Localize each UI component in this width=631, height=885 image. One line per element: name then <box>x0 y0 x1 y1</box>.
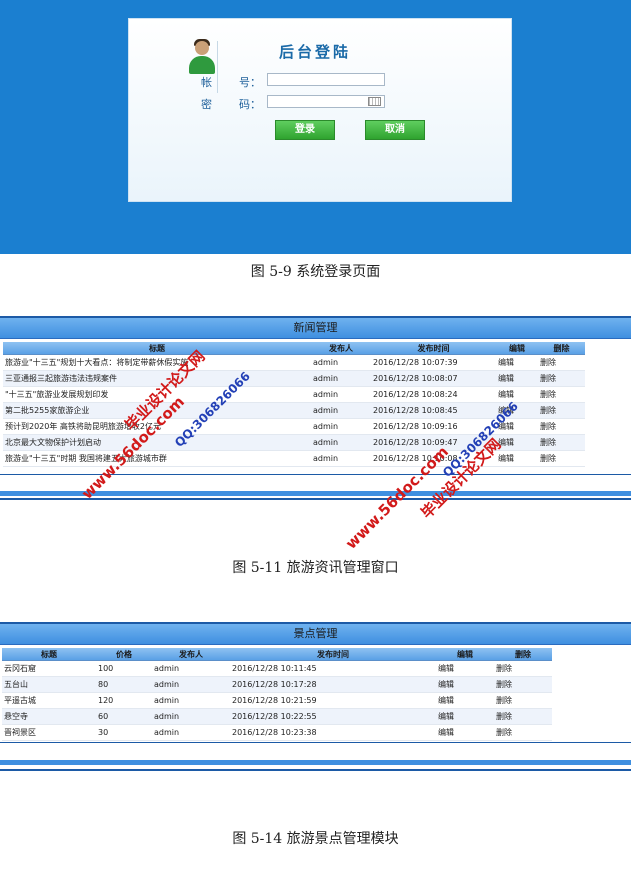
login-title: 后台登陆 <box>279 43 352 61</box>
column-header: 价格 <box>96 648 152 661</box>
table-cell: 悬空寺 <box>2 708 96 725</box>
table-cell: 五台山 <box>2 676 96 693</box>
delete-link[interactable]: 删除 <box>538 418 585 435</box>
table-row: 三亚通报三起旅游违法违规案件 admin 2016/12/28 10:08:07 编辑… <box>3 370 585 387</box>
figure-caption: 图 5-9 系统登录页面 <box>250 264 381 280</box>
table-cell: 60 <box>96 708 152 725</box>
table-cell: 云冈石窟 <box>2 660 96 677</box>
delete-link[interactable]: 删除 <box>538 354 585 371</box>
table-cell: 30 <box>96 724 152 741</box>
spot-title-bar: 景点管理 <box>0 624 631 645</box>
edit-link[interactable]: 编辑 <box>496 386 538 403</box>
edit-link[interactable]: 编辑 <box>436 676 494 693</box>
table-cell: admin <box>311 402 371 419</box>
table-row: 悬空寺 60 admin 2016/12/28 10:22:55 编辑 删除 <box>2 708 552 725</box>
password-label: 密码： <box>201 98 261 111</box>
column-header: 发布人 <box>152 648 230 661</box>
column-header: 发布时间 <box>230 648 436 661</box>
cancel-button[interactable]: 取消 <box>365 120 425 140</box>
table-cell: 120 <box>96 692 152 709</box>
table-cell: admin <box>152 724 230 741</box>
delete-link[interactable]: 删除 <box>538 434 585 451</box>
table-cell: 2016/12/28 10:22:55 <box>230 708 436 725</box>
table-cell: admin <box>152 692 230 709</box>
table-cell: admin <box>311 370 371 387</box>
table-cell: 80 <box>96 676 152 693</box>
table-cell: 2016/12/28 10:07:39 <box>371 354 496 371</box>
login-screenshot: 后台登陆 帐号： 密码： 登录 取消 <box>0 0 631 254</box>
table-cell: admin <box>152 676 230 693</box>
figure-caption: 图 5-11 旅游资讯管理窗口 <box>232 560 399 576</box>
delete-link[interactable]: 删除 <box>538 402 585 419</box>
figure-caption: 图 5-14 旅游景点管理模块 <box>232 831 399 847</box>
edit-link[interactable]: 编辑 <box>436 724 494 741</box>
table-row: 平遥古城 120 admin 2016/12/28 10:21:59 编辑 删除 <box>2 692 552 709</box>
column-header: 编辑 <box>496 342 538 355</box>
edit-link[interactable]: 编辑 <box>496 370 538 387</box>
column-header: 编辑 <box>436 648 494 661</box>
edit-link[interactable]: 编辑 <box>436 708 494 725</box>
user-avatar-icon <box>187 39 217 79</box>
table-row: 五台山 80 admin 2016/12/28 10:17:28 编辑 删除 <box>2 676 552 693</box>
table-cell: 旅游业"十三五"规划十大看点：将制定带薪休假实施 <box>3 354 311 371</box>
column-header: 标题 <box>3 342 311 355</box>
table-cell: 2016/12/28 10:23:38 <box>230 724 436 741</box>
delete-link[interactable]: 删除 <box>494 676 552 693</box>
edit-link[interactable]: 编辑 <box>496 450 538 467</box>
delete-link[interactable]: 删除 <box>494 724 552 741</box>
table-row: 晋祠景区 30 admin 2016/12/28 10:23:38 编辑 删除 <box>2 724 552 741</box>
table-cell: 2016/12/28 10:21:59 <box>230 692 436 709</box>
delete-link[interactable]: 删除 <box>538 370 585 387</box>
table-cell: 2016/12/28 10:17:28 <box>230 676 436 693</box>
spot-bottom-band <box>0 760 631 765</box>
table-cell: 2016/12/28 10:08:45 <box>371 402 496 419</box>
spot-management-screenshot: 景点管理 标题 价格 发布人 发布时间 编辑 删除 云冈石窟 100 admin 2016/12… <box>0 622 631 771</box>
table-row: "十三五"旅游业发展规划印发 admin 2016/12/28 10:08:24 编辑… <box>3 386 585 403</box>
news-title-bar: 新闻管理 <box>0 318 631 339</box>
edit-link[interactable]: 编辑 <box>436 660 494 677</box>
delete-link[interactable]: 删除 <box>494 708 552 725</box>
table-row: 云冈石窟 100 admin 2016/12/28 10:11:45 编辑 删除 <box>2 660 552 677</box>
table-cell: 2016/12/28 10:11:45 <box>230 660 436 677</box>
spot-table: 标题 价格 发布人 发布时间 编辑 删除 云冈石窟 100 admin 2016/12/28 1… <box>2 648 552 741</box>
account-input[interactable] <box>267 73 385 86</box>
delete-link[interactable]: 删除 <box>494 692 552 709</box>
delete-link[interactable]: 删除 <box>538 450 585 467</box>
keyboard-icon[interactable] <box>368 97 381 106</box>
table-cell: admin <box>152 708 230 725</box>
table-row: 旅游业"十三五"规划十大看点：将制定带薪休假实施 admin 2016/12/28 … <box>3 354 585 371</box>
delete-link[interactable]: 删除 <box>494 660 552 677</box>
delete-link[interactable]: 删除 <box>538 386 585 403</box>
table-cell: 旅游业"十三五"时期 我国将建五大旅游城市群 <box>3 450 311 467</box>
spot-bottom-line <box>0 742 631 743</box>
column-header: 标题 <box>2 648 96 661</box>
table-cell: admin <box>311 386 371 403</box>
table-cell: 晋祠景区 <box>2 724 96 741</box>
table-cell: 北京最大文物保护计划启动 <box>3 434 311 451</box>
column-header: 删除 <box>538 342 585 355</box>
account-label: 帐号： <box>201 76 261 89</box>
table-cell: 2016/12/28 10:08:07 <box>371 370 496 387</box>
table-cell: admin <box>311 434 371 451</box>
table-cell: 100 <box>96 660 152 677</box>
login-button[interactable]: 登录 <box>275 120 335 140</box>
column-header: 发布时间 <box>371 342 496 355</box>
table-cell: admin <box>311 450 371 467</box>
table-cell: admin <box>311 354 371 371</box>
edit-link[interactable]: 编辑 <box>436 692 494 709</box>
edit-link[interactable]: 编辑 <box>496 354 538 371</box>
login-panel: 后台登陆 帐号： 密码： 登录 取消 <box>128 18 512 202</box>
table-cell: admin <box>152 660 230 677</box>
table-cell: 2016/12/28 10:08:24 <box>371 386 496 403</box>
table-cell: admin <box>311 418 371 435</box>
column-header: 删除 <box>494 648 552 661</box>
column-header: 发布人 <box>311 342 371 355</box>
table-cell: 平遥古城 <box>2 692 96 709</box>
